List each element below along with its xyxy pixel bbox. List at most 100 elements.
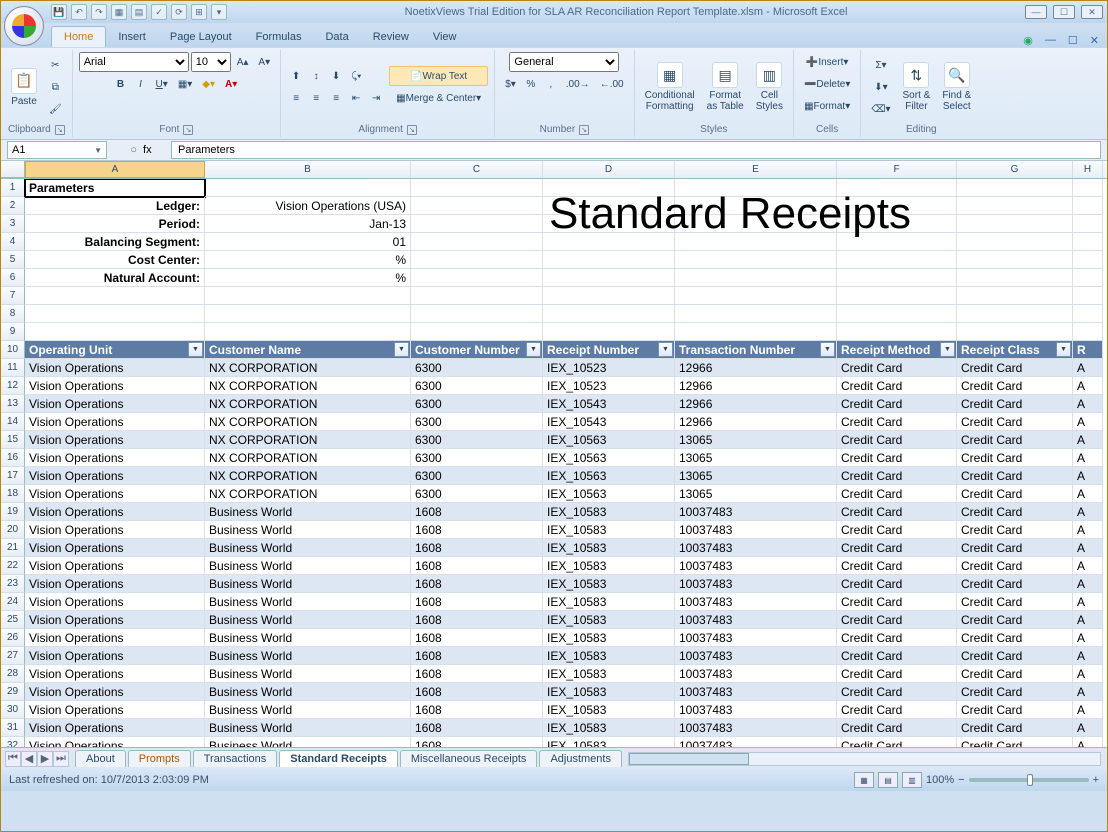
conditional-formatting-button[interactable]: ▦Conditional Formatting xyxy=(641,60,699,114)
cell[interactable]: A xyxy=(1073,647,1103,665)
cell[interactable] xyxy=(543,179,675,197)
cell[interactable]: Vision Operations xyxy=(25,593,205,611)
row-header[interactable]: 23 xyxy=(1,575,25,593)
cell[interactable]: Business World xyxy=(205,557,411,575)
cell[interactable]: 10037483 xyxy=(675,665,837,683)
column-header-F[interactable]: F xyxy=(837,161,957,178)
shrink-font-icon[interactable]: A▾ xyxy=(254,52,274,72)
cell[interactable]: IEX_10543 xyxy=(543,413,675,431)
fill-color-button[interactable]: ◆▾ xyxy=(198,74,219,94)
cell[interactable]: A xyxy=(1073,377,1103,395)
cell[interactable]: Credit Card xyxy=(957,359,1073,377)
row-header[interactable]: 7 xyxy=(1,287,25,305)
font-color-button[interactable]: A▾ xyxy=(221,74,241,94)
cell[interactable]: Credit Card xyxy=(837,647,957,665)
cell[interactable]: Credit Card xyxy=(837,449,957,467)
row-header[interactable]: 16 xyxy=(1,449,25,467)
cell[interactable]: Credit Card xyxy=(837,485,957,503)
cell[interactable] xyxy=(957,269,1073,287)
row-header[interactable]: 12 xyxy=(1,377,25,395)
qat-redo-icon[interactable]: ↷ xyxy=(91,4,107,20)
cell[interactable]: 01 xyxy=(205,233,411,251)
cell[interactable] xyxy=(411,251,543,269)
cell[interactable] xyxy=(675,287,837,305)
cell[interactable]: Vision Operations xyxy=(25,485,205,503)
indent-inc-icon[interactable]: ⇥ xyxy=(367,88,385,108)
cell[interactable]: Credit Card xyxy=(957,701,1073,719)
cell[interactable]: Business World xyxy=(205,503,411,521)
cell[interactable]: NX CORPORATION xyxy=(205,485,411,503)
tab-home[interactable]: Home xyxy=(51,26,106,47)
column-header-D[interactable]: D xyxy=(543,161,675,178)
grow-font-icon[interactable]: A▴ xyxy=(233,52,253,72)
cell[interactable]: Vision Operations xyxy=(25,701,205,719)
cell[interactable]: 10037483 xyxy=(675,521,837,539)
cell[interactable]: A xyxy=(1073,683,1103,701)
tab-nav-next-icon[interactable]: ▶ xyxy=(37,751,53,767)
cell[interactable] xyxy=(543,269,675,287)
close-button[interactable]: ✕ xyxy=(1081,5,1103,19)
column-header-B[interactable]: B xyxy=(205,161,411,178)
cell[interactable]: IEX_10583 xyxy=(543,629,675,647)
cell[interactable]: Credit Card xyxy=(957,395,1073,413)
cell[interactable]: A xyxy=(1073,521,1103,539)
cell[interactable]: Credit Card xyxy=(957,413,1073,431)
dialog-launcher-icon[interactable]: ↘ xyxy=(55,125,65,135)
cell[interactable] xyxy=(25,305,205,323)
cell[interactable] xyxy=(411,179,543,197)
filter-dropdown-icon[interactable]: ▼ xyxy=(188,342,203,357)
cell[interactable]: 10037483 xyxy=(675,539,837,557)
cell[interactable] xyxy=(543,251,675,269)
cell[interactable]: Business World xyxy=(205,521,411,539)
cell[interactable]: Natural Account: xyxy=(25,269,205,287)
cell[interactable]: Credit Card xyxy=(837,737,957,747)
view-break-icon[interactable]: ▥ xyxy=(902,772,922,788)
row-header[interactable]: 26 xyxy=(1,629,25,647)
cell[interactable]: Credit Card xyxy=(957,575,1073,593)
cell[interactable]: Parameters xyxy=(25,179,205,197)
filter-dropdown-icon[interactable]: ▼ xyxy=(940,342,955,357)
cell[interactable]: 13065 xyxy=(675,485,837,503)
filter-dropdown-icon[interactable]: ▼ xyxy=(526,342,541,357)
cell[interactable]: 10037483 xyxy=(675,701,837,719)
cell[interactable] xyxy=(411,215,543,233)
row-header[interactable]: 21 xyxy=(1,539,25,557)
cell[interactable]: Credit Card xyxy=(837,413,957,431)
cell[interactable] xyxy=(837,251,957,269)
cell[interactable]: Credit Card xyxy=(837,683,957,701)
cell[interactable]: Vision Operations xyxy=(25,683,205,701)
cell[interactable] xyxy=(543,323,675,341)
cell[interactable]: Credit Card xyxy=(837,377,957,395)
cell[interactable]: Credit Card xyxy=(957,377,1073,395)
cell[interactable]: Vision Operations xyxy=(25,629,205,647)
format-painter-icon[interactable]: 🖌 xyxy=(45,99,66,119)
cell[interactable] xyxy=(957,215,1073,233)
cell[interactable]: Vision Operations xyxy=(25,377,205,395)
row-header[interactable]: 11 xyxy=(1,359,25,377)
row-header[interactable]: 10 xyxy=(1,341,25,359)
ribbon-close-button[interactable]: ✕ xyxy=(1090,34,1099,47)
filter-dropdown-icon[interactable]: ▼ xyxy=(658,342,673,357)
cell[interactable]: 1608 xyxy=(411,521,543,539)
table-header-cell[interactable]: Customer Name▼ xyxy=(205,341,411,359)
table-header-cell[interactable]: Receipt Method▼ xyxy=(837,341,957,359)
cell[interactable]: 1608 xyxy=(411,719,543,737)
sheet-tab-miscellaneous-receipts[interactable]: Miscellaneous Receipts xyxy=(400,750,538,767)
cell[interactable]: 1608 xyxy=(411,665,543,683)
sheet-tab-transactions[interactable]: Transactions xyxy=(193,750,278,767)
cell[interactable]: IEX_10583 xyxy=(543,503,675,521)
italic-button[interactable]: I xyxy=(132,74,150,94)
cell[interactable] xyxy=(675,323,837,341)
row-header[interactable]: 3 xyxy=(1,215,25,233)
cell[interactable]: 6300 xyxy=(411,359,543,377)
cell[interactable]: IEX_10563 xyxy=(543,449,675,467)
tab-nav-first-icon[interactable]: ⏮ xyxy=(5,751,21,767)
cell[interactable] xyxy=(205,287,411,305)
cell[interactable]: A xyxy=(1073,665,1103,683)
cell[interactable]: 1608 xyxy=(411,629,543,647)
cell[interactable]: Credit Card xyxy=(957,593,1073,611)
qat-btn-icon[interactable]: ▦ xyxy=(111,4,127,20)
cell[interactable] xyxy=(837,269,957,287)
cell[interactable]: 10037483 xyxy=(675,575,837,593)
qat-btn-icon[interactable]: ▾ xyxy=(211,4,227,20)
